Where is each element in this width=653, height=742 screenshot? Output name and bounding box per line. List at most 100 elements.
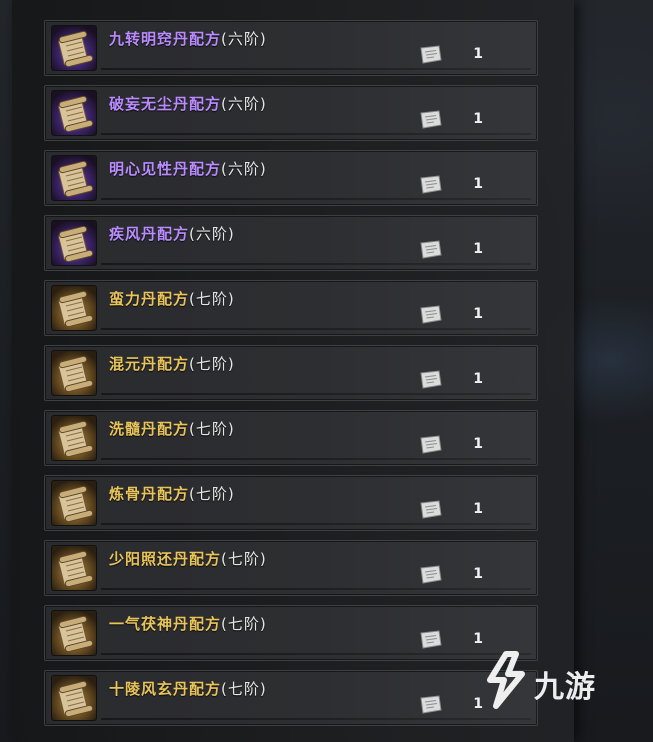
item-icon-slot (51, 90, 97, 136)
item-quantity-area: 1 (411, 108, 531, 130)
item-icon-slot (51, 25, 97, 71)
item-icon-slot (51, 545, 97, 591)
item-name-text: 疾风丹配方 (109, 225, 190, 243)
inventory-item[interactable]: 混元丹配方(七阶) 1 (44, 345, 538, 401)
item-icon-slot (51, 675, 97, 721)
paper-icon (417, 110, 443, 134)
item-name-text: 九转明窍丹配方 (109, 30, 222, 48)
scroll-icon (58, 485, 94, 523)
item-grade: (六阶) (189, 225, 235, 243)
item-quantity: 1 (473, 241, 483, 257)
watermark-text: 九游 (534, 670, 596, 705)
item-name: 蛮力丹配方(七阶) (109, 288, 235, 309)
scroll-icon (58, 30, 94, 68)
inventory-item[interactable]: 蛮力丹配方(七阶) 1 (44, 280, 538, 336)
inventory-item[interactable]: 破妄无尘丹配方(六阶) 1 (44, 85, 538, 141)
paper-icon (417, 435, 443, 459)
item-quantity: 1 (473, 371, 483, 387)
item-grade: (七阶) (189, 485, 235, 503)
item-name: 十陵风玄丹配方(七阶) (109, 678, 267, 699)
item-name: 洗髓丹配方(七阶) (109, 418, 235, 439)
item-name-text: 明心见性丹配方 (109, 160, 222, 178)
inventory-panel: 九转明窍丹配方(六阶) 1 破妄无尘丹配方(六阶) 1 明心见性丹配方(六阶) 1 疾风丹配… (12, 0, 574, 742)
item-name: 混元丹配方(七阶) (109, 353, 235, 374)
item-icon-slot (51, 220, 97, 266)
item-quantity-area: 1 (411, 43, 531, 65)
item-name: 少阳照还丹配方(七阶) (109, 548, 267, 569)
item-name: 九转明窍丹配方(六阶) (109, 28, 267, 49)
scroll-icon (58, 290, 94, 328)
paper-icon (417, 565, 443, 589)
item-name-text: 蛮力丹配方 (109, 290, 190, 308)
item-name: 疾风丹配方(六阶) (109, 223, 235, 244)
item-quantity: 1 (473, 566, 483, 582)
item-name-text: 一气茯神丹配方 (109, 615, 222, 633)
item-name-text: 破妄无尘丹配方 (109, 95, 222, 113)
item-name: 破妄无尘丹配方(六阶) (109, 93, 267, 114)
item-icon-slot (51, 480, 97, 526)
paper-icon (417, 175, 443, 199)
item-grade: (六阶) (221, 30, 267, 48)
item-quantity: 1 (473, 631, 483, 647)
item-name-text: 炼骨丹配方 (109, 485, 190, 503)
item-grade: (六阶) (221, 95, 267, 113)
item-quantity: 1 (473, 176, 483, 192)
paper-icon (417, 370, 443, 394)
paper-icon (417, 240, 443, 264)
item-grade: (七阶) (189, 290, 235, 308)
item-quantity: 1 (473, 46, 483, 62)
item-quantity-area: 1 (411, 628, 531, 650)
item-grade: (七阶) (221, 680, 267, 698)
item-icon-slot (51, 155, 97, 201)
item-grade: (七阶) (189, 420, 235, 438)
item-quantity-area: 1 (411, 368, 531, 390)
item-quantity: 1 (473, 501, 483, 517)
item-name: 明心见性丹配方(六阶) (109, 158, 267, 179)
item-icon-slot (51, 610, 97, 656)
item-quantity-area: 1 (411, 433, 531, 455)
item-name-text: 混元丹配方 (109, 355, 190, 373)
item-quantity-area: 1 (411, 238, 531, 260)
item-grade: (六阶) (221, 160, 267, 178)
inventory-item[interactable]: 炼骨丹配方(七阶) 1 (44, 475, 538, 531)
item-quantity: 1 (473, 111, 483, 127)
scroll-icon (58, 160, 94, 198)
item-icon-slot (51, 415, 97, 461)
item-quantity: 1 (473, 436, 483, 452)
inventory-item[interactable]: 少阳照还丹配方(七阶) 1 (44, 540, 538, 596)
item-name: 一气茯神丹配方(七阶) (109, 613, 267, 634)
item-quantity-area: 1 (411, 173, 531, 195)
item-name-text: 洗髓丹配方 (109, 420, 190, 438)
scroll-icon (58, 420, 94, 458)
item-name-text: 少阳照还丹配方 (109, 550, 222, 568)
inventory-item[interactable]: 明心见性丹配方(六阶) 1 (44, 150, 538, 206)
item-grade: (七阶) (221, 550, 267, 568)
paper-icon (417, 695, 443, 719)
paper-icon (417, 305, 443, 329)
item-name-text: 十陵风玄丹配方 (109, 680, 222, 698)
scroll-icon (58, 355, 94, 393)
inventory-item[interactable]: 洗髓丹配方(七阶) 1 (44, 410, 538, 466)
item-name: 炼骨丹配方(七阶) (109, 483, 235, 504)
jiuyou-logo-icon (487, 651, 525, 709)
scroll-icon (58, 615, 94, 653)
inventory-item[interactable]: 一气茯神丹配方(七阶) 1 (44, 605, 538, 661)
item-quantity-area: 1 (411, 498, 531, 520)
paper-icon (417, 45, 443, 69)
item-icon-slot (51, 350, 97, 396)
scroll-icon (58, 95, 94, 133)
paper-icon (417, 500, 443, 524)
item-quantity-area: 1 (411, 303, 531, 325)
inventory-item[interactable]: 九转明窍丹配方(六阶) 1 (44, 20, 538, 76)
inventory-item[interactable]: 疾风丹配方(六阶) 1 (44, 215, 538, 271)
scroll-icon (58, 680, 94, 718)
item-quantity-area: 1 (411, 563, 531, 585)
item-grade: (七阶) (221, 615, 267, 633)
paper-icon (417, 630, 443, 654)
scroll-icon (58, 225, 94, 263)
scroll-icon (58, 550, 94, 588)
item-quantity: 1 (473, 306, 483, 322)
item-grade: (七阶) (189, 355, 235, 373)
inventory-item[interactable]: 十陵风玄丹配方(七阶) 1 (44, 670, 538, 726)
watermark: 九游 (482, 648, 632, 718)
